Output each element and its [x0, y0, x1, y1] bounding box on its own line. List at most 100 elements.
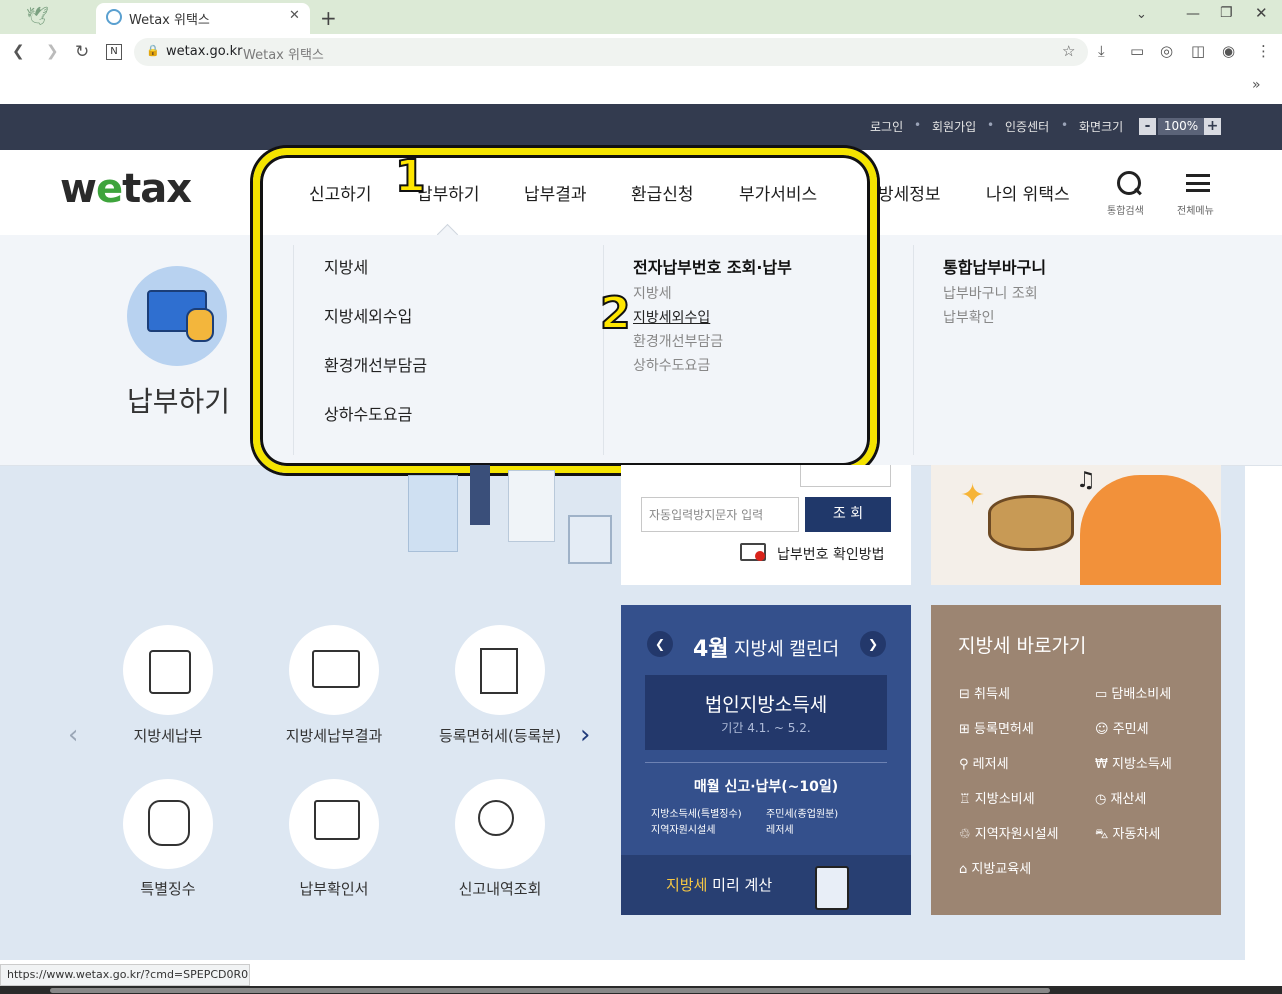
- new-tab-button[interactable]: +: [320, 6, 337, 30]
- window-close-icon[interactable]: ✕: [1255, 4, 1268, 22]
- sparkle-icon: ✦: [960, 478, 986, 513]
- forward-icon[interactable]: ❯: [46, 42, 59, 60]
- gnb-my-wetax[interactable]: 나의 위택스: [986, 180, 1070, 205]
- minimize-icon[interactable]: —: [1186, 6, 1200, 22]
- character-illustration: [1080, 475, 1221, 585]
- tab-search-icon[interactable]: ⌄: [1136, 7, 1147, 22]
- menu-basket-heading[interactable]: 통합납부바구니: [943, 254, 1046, 278]
- shortcut-label: 취득세: [974, 687, 1010, 702]
- calculator-rest: 미리 계산: [707, 876, 773, 894]
- more-icon[interactable]: ⋮: [1256, 42, 1271, 60]
- shortcut-acquisition-tax[interactable]: ⊟ 취득세: [959, 683, 1010, 702]
- search-label[interactable]: 통합검색: [1107, 202, 1144, 217]
- certificate-icon: [314, 800, 360, 840]
- scrollbar-thumb[interactable]: [50, 988, 1050, 993]
- payment-number-howto-link[interactable]: 납부번호 확인방법: [777, 544, 885, 564]
- shortcut-registration-tax[interactable]: ⊞ 등록면허세: [959, 718, 1034, 737]
- shortcut-label: 지방소비세: [974, 792, 1035, 807]
- magnifier-folder-icon: [478, 800, 514, 836]
- calendar-monthly: 매월 신고·납부(~10일): [693, 779, 839, 795]
- calculator-icon: [815, 866, 849, 910]
- calendar-title: 지방세 캘린더: [734, 639, 840, 660]
- money-bag-icon: [148, 800, 190, 846]
- mega-divider: [913, 245, 914, 455]
- bird-icon: 🕊: [26, 6, 49, 27]
- menu-label[interactable]: 전체메뉴: [1177, 202, 1214, 217]
- calendar-item: 레저세: [766, 825, 794, 836]
- shortcut-label: 재산세: [1110, 792, 1147, 807]
- service-label: 지방세납부: [133, 727, 203, 745]
- download-icon[interactable]: ⤓: [1098, 42, 1105, 60]
- shortcut-label: 주민세: [1112, 722, 1149, 737]
- lookup-search-button[interactable]: 조 회: [805, 497, 891, 532]
- cert-center-link[interactable]: 인증센터: [1005, 118, 1049, 135]
- separator: •: [914, 118, 922, 132]
- shortcut-education-tax[interactable]: ⌂ 지방교육세: [959, 858, 1031, 877]
- coin-stack-icon: [186, 308, 214, 342]
- shortcut-label: 담배소비세: [1111, 687, 1172, 702]
- reload-icon[interactable]: ↻: [75, 42, 89, 62]
- bookmark-star-icon[interactable]: ☆: [1062, 42, 1075, 60]
- screenshot-icon[interactable]: ◎: [1160, 42, 1173, 60]
- annotation-number-2: 2: [599, 287, 632, 340]
- shortcut-label: 등록면허세: [974, 722, 1034, 737]
- restore-icon[interactable]: ❐: [1220, 5, 1233, 21]
- separator: •: [1061, 118, 1069, 132]
- shortcut-consumption-tax[interactable]: ♖ 지방소비세: [959, 788, 1035, 807]
- sidebar-icon[interactable]: ◫: [1191, 42, 1205, 60]
- shortcut-label: 자동차세: [1112, 827, 1161, 842]
- menu-basket-confirm[interactable]: 납부확인: [943, 307, 995, 327]
- gnb-local-tax-info[interactable]: 방세정보: [878, 180, 941, 205]
- zoom-in-button[interactable]: +: [1204, 118, 1221, 135]
- calendar-item: 지방소득세(특별징수): [651, 809, 742, 820]
- url-title: Wetax 위택스: [243, 48, 324, 63]
- status-bar-url: https://www.wetax.go.kr/?cmd=SPEPCD0R0: [0, 964, 250, 986]
- shortcut-label: 지역자원시설세: [974, 827, 1059, 842]
- profile-icon[interactable]: ◉: [1222, 42, 1235, 60]
- calculator-highlight: 지방세: [666, 876, 708, 894]
- shortcut-vehicle-tax[interactable]: ⛍ 자동차세: [1095, 823, 1160, 844]
- service-label: 납부확인서: [299, 880, 369, 898]
- service-label: 지방세납부결과: [285, 727, 383, 745]
- shortcut-label: 레저세: [972, 757, 1009, 772]
- shortcut-label: 지방교육세: [971, 862, 1032, 877]
- building-won-icon: [480, 648, 518, 694]
- mega-menu-title: 납부하기: [127, 385, 231, 418]
- lookup-input-partial[interactable]: [800, 465, 891, 487]
- shortcut-leisure-tax[interactable]: ⚲ 레저세: [959, 753, 1009, 772]
- captcha-input[interactable]: 자동입력방지문자 입력: [641, 497, 799, 532]
- cast-icon[interactable]: ▭: [1130, 42, 1144, 60]
- zoom-out-button[interactable]: -: [1139, 118, 1156, 135]
- annotation-highlight-box: [253, 148, 877, 473]
- calendar-next-button[interactable]: ❯: [860, 631, 886, 657]
- tab-close-icon[interactable]: ✕: [289, 8, 300, 23]
- login-link[interactable]: 로그인: [870, 118, 903, 135]
- wetax-logo[interactable]: wetax: [60, 166, 192, 212]
- carousel-prev-icon[interactable]: ‹: [68, 720, 78, 750]
- menu-icon-middle: [1186, 182, 1210, 185]
- service-label: 등록면허세(등록분): [438, 727, 562, 745]
- calculator-label: 지방세 미리 계산: [666, 874, 772, 895]
- service-label: 신고내역조회: [458, 880, 542, 898]
- calendar-period: 기간 4.1. ~ 5.2.: [721, 721, 811, 735]
- tab-title: Wetax 위택스: [129, 13, 210, 28]
- right-scroll-panel: [1245, 465, 1282, 740]
- signup-link[interactable]: 회원가입: [932, 118, 976, 135]
- bookmark-bar: [0, 71, 1282, 104]
- shortcut-resident-tax[interactable]: ☺ 주민세: [1095, 718, 1149, 737]
- zoom-level: 100%: [1158, 118, 1204, 135]
- menu-basket-view[interactable]: 납부바구니 조회: [943, 283, 1038, 303]
- calendar-prev-button[interactable]: ❮: [647, 631, 673, 657]
- shortcut-title: 지방세 바로가기: [958, 635, 1087, 657]
- back-icon[interactable]: ❮: [12, 42, 25, 60]
- shortcut-property-tax[interactable]: ◷ 재산세: [1095, 788, 1146, 807]
- shortcut-label: 지방소득세: [1112, 757, 1172, 772]
- bookmark-overflow-icon[interactable]: »: [1252, 77, 1261, 93]
- calendar-divider: [645, 762, 887, 763]
- annotation-number-1: 1: [394, 150, 427, 203]
- carousel-next-icon[interactable]: ›: [580, 720, 590, 750]
- shortcut-regional-resource-tax[interactable]: ♲ 지역자원시설세: [959, 823, 1059, 842]
- naver-icon[interactable]: N: [106, 44, 122, 60]
- shortcut-tobacco-tax[interactable]: ▭ 담배소비세: [1095, 683, 1171, 702]
- shortcut-income-tax[interactable]: ₩ 지방소득세: [1095, 753, 1172, 772]
